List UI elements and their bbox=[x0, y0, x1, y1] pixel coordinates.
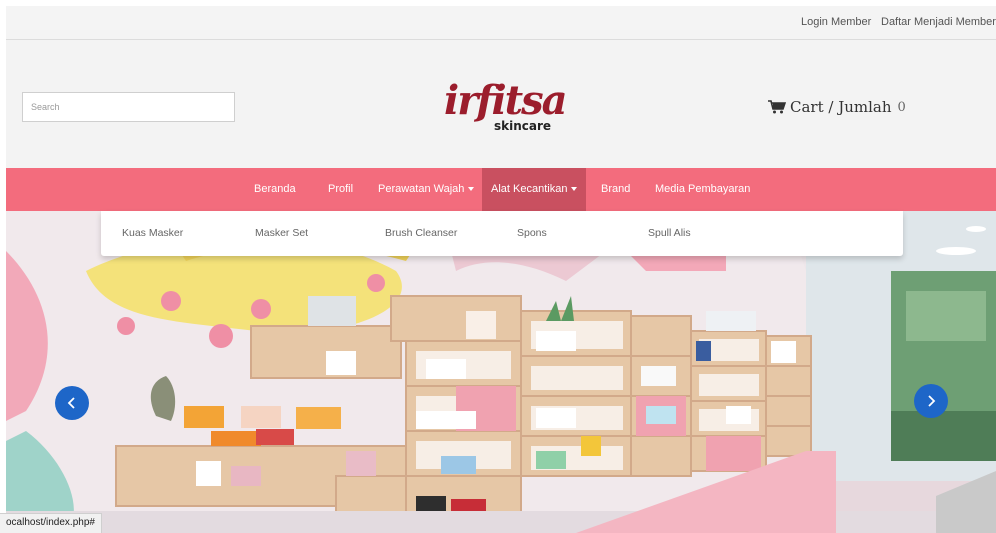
chevron-left-icon bbox=[67, 397, 75, 409]
nav-item-brand[interactable]: Brand bbox=[601, 168, 630, 211]
caret-down-icon bbox=[468, 187, 475, 192]
dropdown-item-kuas-masker[interactable]: Kuas Masker bbox=[122, 211, 183, 256]
caret-down-icon bbox=[571, 187, 578, 192]
dropdown-item-spull-alis[interactable]: Spull Alis bbox=[648, 211, 691, 256]
chevron-right-icon bbox=[928, 395, 936, 407]
search-input[interactable] bbox=[22, 92, 235, 122]
top-bar: Login Member Daftar Menjadi Member bbox=[6, 6, 996, 40]
nav-item-beranda[interactable]: Beranda bbox=[254, 168, 296, 211]
alat-kecantikan-dropdown: Kuas Masker Masker Set Brush Cleanser Sp… bbox=[101, 211, 903, 256]
carousel-next-button[interactable] bbox=[914, 384, 948, 418]
nav-item-media-pembayaran[interactable]: Media Pembayaran bbox=[655, 168, 750, 211]
site-header: irfitsa skincare Cart / Jumlah 0 bbox=[6, 41, 996, 168]
cart-icon bbox=[768, 100, 786, 114]
nav-item-profil[interactable]: Profil bbox=[328, 168, 353, 211]
carousel-prev-button[interactable] bbox=[55, 386, 89, 420]
dropdown-item-masker-set[interactable]: Masker Set bbox=[255, 211, 308, 256]
nav-item-perawatan-wajah[interactable]: Perawatan Wajah bbox=[378, 168, 475, 211]
status-bar-url: ocalhost/index.php# bbox=[0, 513, 102, 533]
cart-label: Cart / Jumlah bbox=[790, 98, 892, 116]
nav-item-alat-kecantikan[interactable]: Alat Kecantikan bbox=[482, 168, 587, 211]
dropdown-item-spons[interactable]: Spons bbox=[517, 211, 547, 256]
page: Login Member Daftar Menjadi Member irfit… bbox=[6, 6, 996, 533]
main-nav: Beranda Profil Perawatan Wajah Alat Keca… bbox=[6, 168, 996, 211]
login-member-link[interactable]: Login Member bbox=[801, 16, 871, 28]
register-member-link[interactable]: Daftar Menjadi Member bbox=[881, 16, 996, 28]
cart-link[interactable]: Cart / Jumlah 0 bbox=[768, 98, 906, 116]
dropdown-item-brush-cleanser[interactable]: Brush Cleanser bbox=[385, 211, 457, 256]
nav-item-label: Perawatan Wajah bbox=[378, 183, 465, 195]
site-logo[interactable]: irfitsa skincare bbox=[444, 77, 568, 139]
nav-item-label: Alat Kecantikan bbox=[491, 183, 568, 195]
cart-count: 0 bbox=[897, 99, 906, 115]
logo-script: irfitsa bbox=[444, 77, 568, 124]
hero-slider bbox=[6, 211, 996, 533]
logo-subtitle: skincare bbox=[494, 119, 552, 133]
store-interior-image bbox=[6, 211, 996, 533]
